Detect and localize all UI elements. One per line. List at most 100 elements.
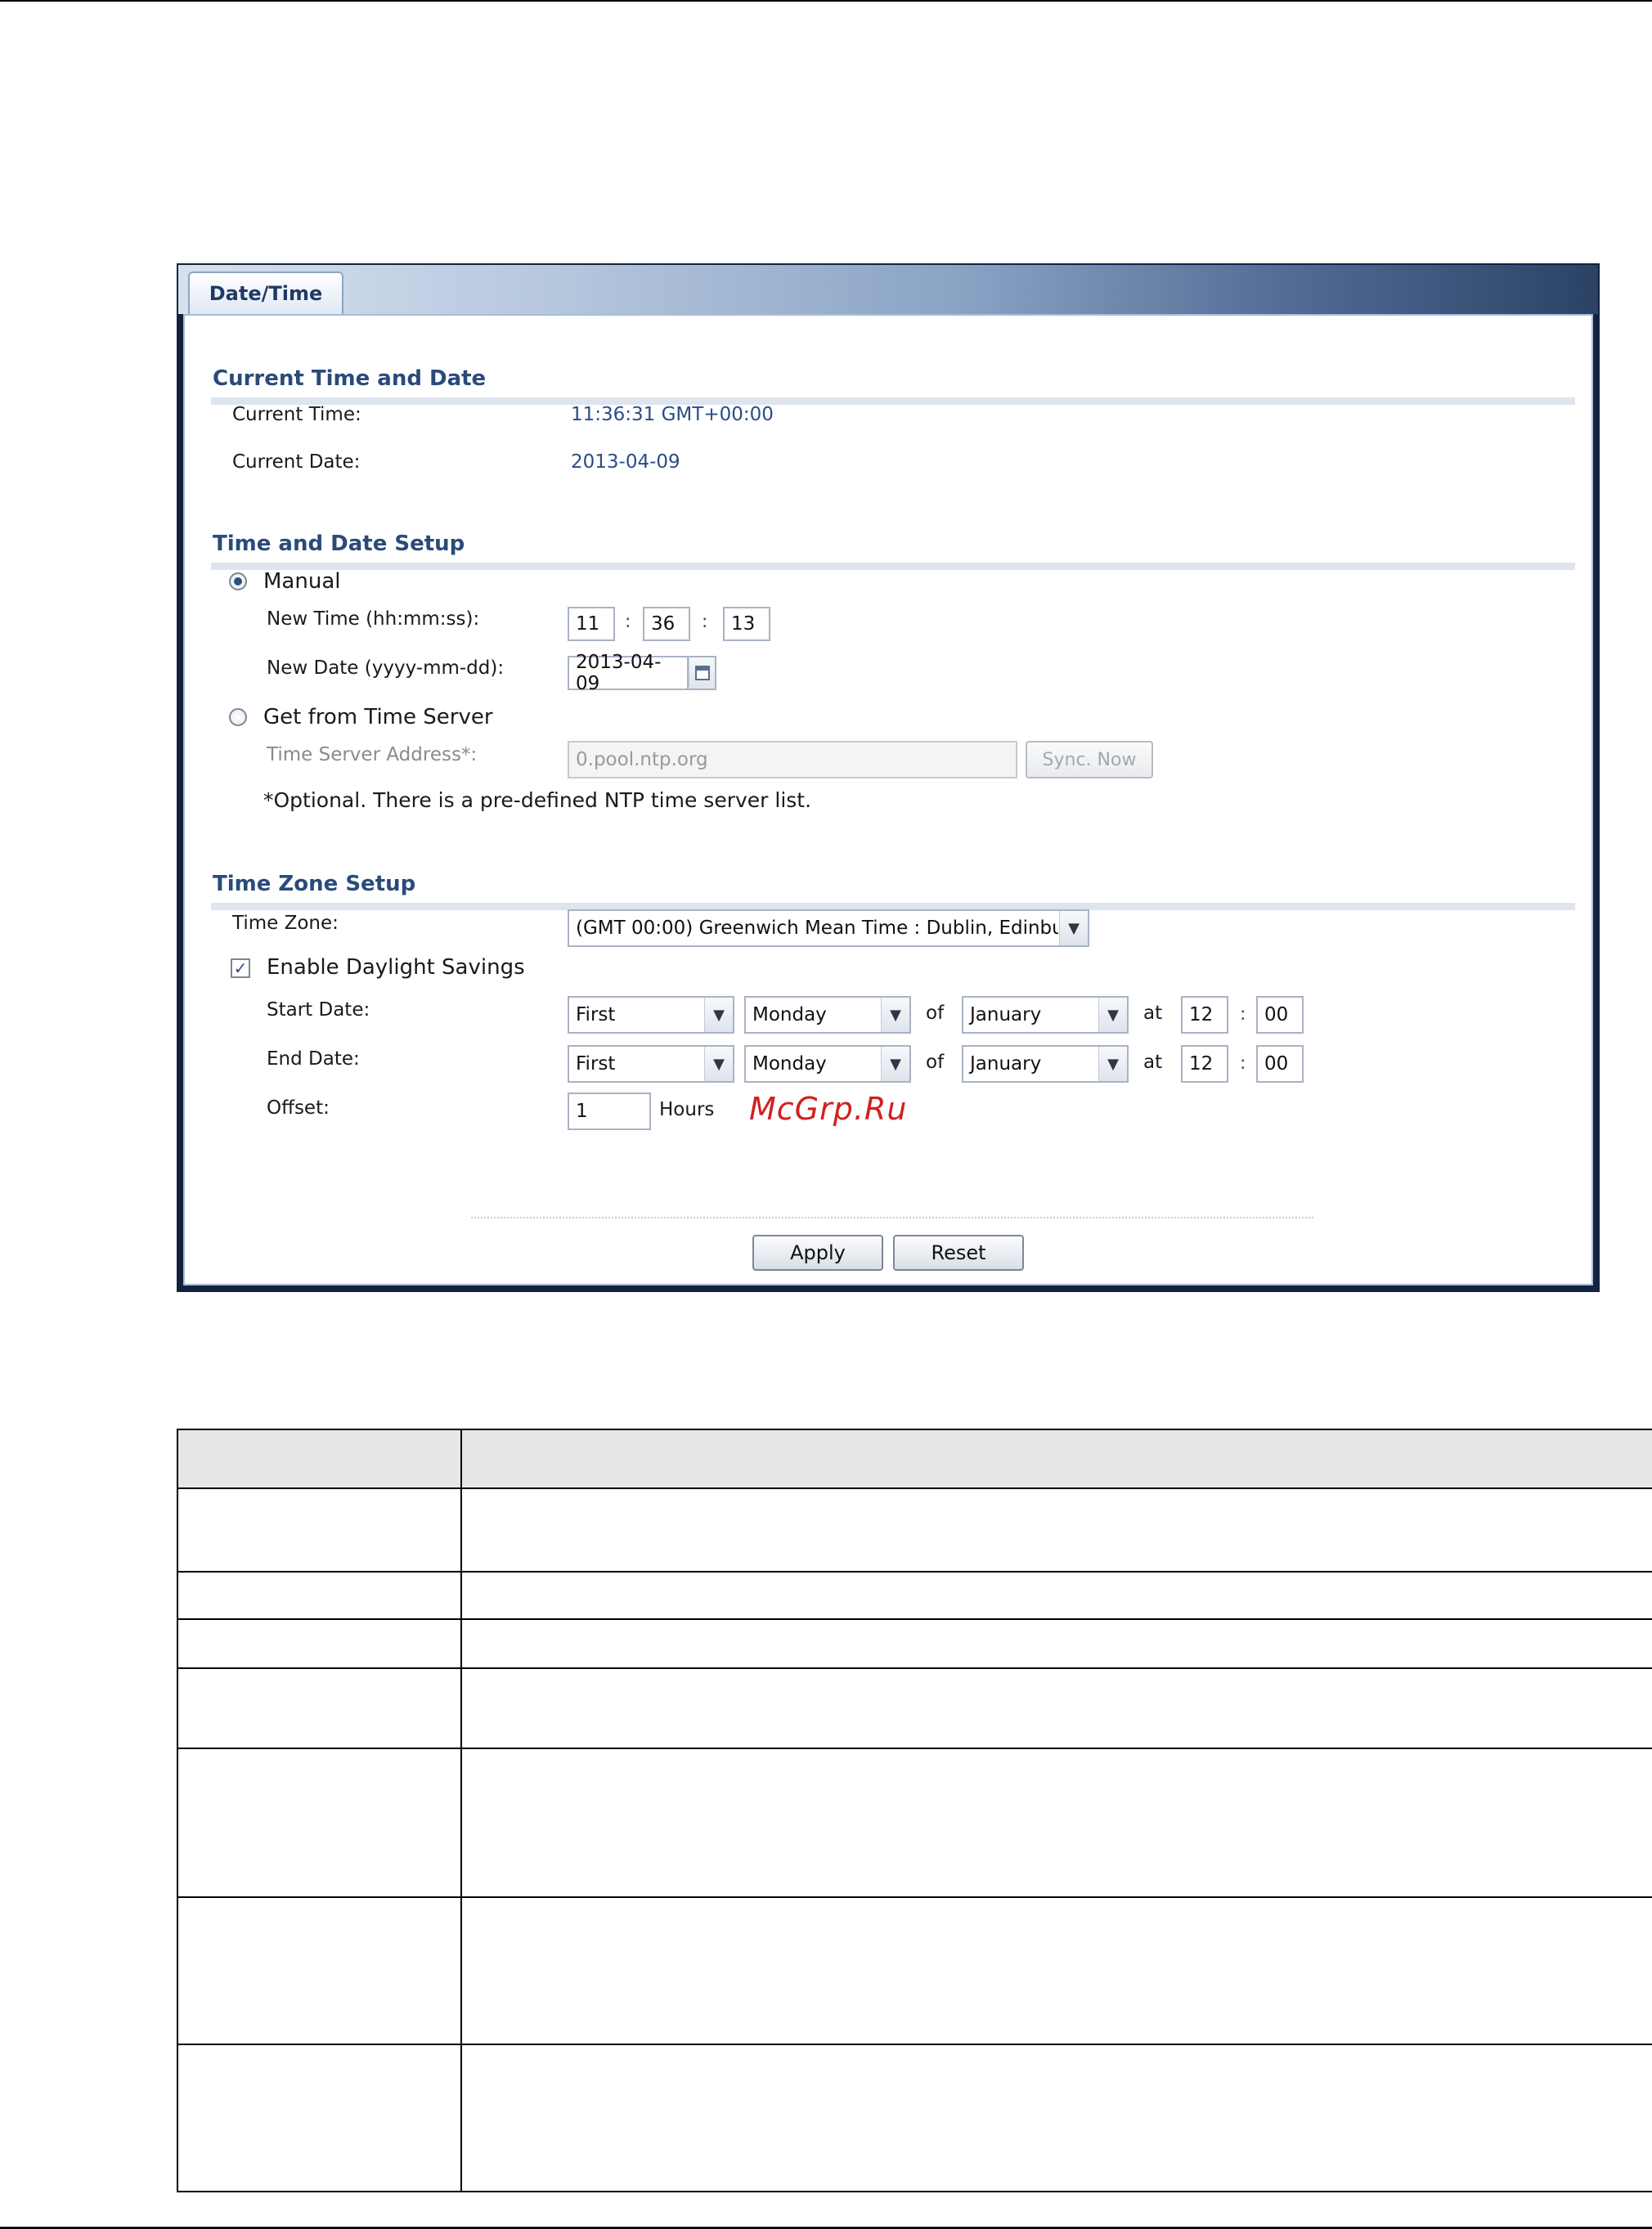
start-month-select[interactable]: January ▼	[962, 996, 1129, 1034]
chevron-down-icon: ▼	[1098, 1047, 1127, 1081]
calendar-icon	[695, 666, 710, 680]
manual-label: Manual	[263, 569, 341, 594]
time-separator: :	[702, 612, 708, 632]
start-week-select[interactable]: First ▼	[568, 996, 734, 1034]
table-cell	[460, 1748, 1652, 1898]
chevron-down-icon: ▼	[704, 998, 733, 1032]
server-address-label: Time Server Address*:	[267, 744, 478, 765]
table-row	[177, 1667, 1652, 1749]
start-day-select[interactable]: Monday ▼	[744, 996, 911, 1034]
offset-input[interactable]: 1	[568, 1093, 651, 1130]
section-divider	[211, 563, 1575, 570]
time-server-radio[interactable]	[229, 708, 247, 726]
current-date-value: 2013-04-09	[571, 451, 680, 473]
chevron-down-icon: ▼	[1098, 998, 1127, 1032]
table-header-cell	[460, 1429, 1652, 1489]
table-cell	[177, 1487, 462, 1573]
start-hour-input[interactable]: 12	[1181, 996, 1228, 1034]
date-time-panel: Current Time and Date Current Time: 11:3…	[183, 314, 1593, 1286]
sync-now-button[interactable]: Sync. Now	[1026, 741, 1153, 778]
ntp-note: *Optional. There is a pre-defined NTP ti…	[263, 788, 812, 812]
end-week-selected: First	[576, 1053, 616, 1075]
current-time-value: 11:36:31 GMT+00:00	[571, 404, 774, 425]
table-header-row	[177, 1429, 1652, 1489]
table-cell	[460, 1896, 1652, 2045]
table-cell	[177, 1896, 462, 2045]
server-address-input[interactable]: 0.pool.ntp.org	[568, 741, 1017, 778]
page-top-rule	[0, 0, 1652, 2]
table-row	[177, 2044, 1652, 2192]
table-cell	[177, 1571, 462, 1620]
section-title-timezone: Time Zone Setup	[213, 872, 416, 896]
footer-divider	[471, 1217, 1313, 1218]
offset-unit: Hours	[659, 1099, 715, 1120]
watermark-text: McGrp.Ru	[749, 1091, 908, 1127]
table-cell	[460, 1618, 1652, 1669]
start-date-label: Start Date:	[267, 999, 370, 1021]
table-row	[177, 1896, 1652, 2045]
tab-date-time[interactable]: Date/Time	[188, 271, 343, 314]
time-zone-selected: (GMT 00:00) Greenwich Mean Time : Dublin…	[576, 918, 1058, 939]
table-row	[177, 1487, 1652, 1573]
table-cell	[177, 2044, 462, 2192]
end-day-select[interactable]: Monday ▼	[744, 1045, 911, 1083]
table-cell	[460, 1571, 1652, 1620]
end-date-label: End Date:	[267, 1048, 360, 1070]
current-time-label: Current Time:	[232, 404, 361, 425]
table-cell	[460, 1667, 1652, 1749]
section-title-setup: Time and Date Setup	[213, 532, 465, 556]
date-time-window: Date/Time Current Time and Date Current …	[177, 263, 1600, 1292]
start-month-selected: January	[970, 1004, 1042, 1025]
table-row	[177, 1571, 1652, 1620]
new-date-input[interactable]: 2013-04-09	[568, 652, 689, 694]
manual-radio[interactable]	[229, 572, 247, 590]
new-time-hour-input[interactable]: 11	[568, 607, 615, 641]
start-day-selected: Monday	[752, 1004, 827, 1025]
daylight-savings-label: Enable Daylight Savings	[267, 955, 525, 980]
table-row	[177, 1748, 1652, 1898]
checkmark-icon: ✓	[233, 958, 248, 978]
start-of-text: of	[926, 1003, 945, 1024]
end-hour-input[interactable]: 12	[1181, 1045, 1228, 1083]
time-separator: :	[1240, 1053, 1246, 1074]
end-month-selected: January	[970, 1053, 1042, 1075]
start-at-text: at	[1143, 1003, 1163, 1024]
current-date-label: Current Date:	[232, 451, 361, 473]
chevron-down-icon: ▼	[881, 998, 909, 1032]
table-cell	[460, 1487, 1652, 1573]
time-zone-label: Time Zone:	[232, 913, 339, 934]
chevron-down-icon: ▼	[881, 1047, 909, 1081]
table-row	[177, 1618, 1652, 1669]
table-cell	[177, 1667, 462, 1749]
new-date-label: New Date (yyyy-mm-dd):	[267, 657, 505, 679]
time-separator: :	[625, 612, 631, 632]
end-week-select[interactable]: First ▼	[568, 1045, 734, 1083]
tab-bar: Date/Time	[178, 265, 1598, 314]
chevron-down-icon: ▼	[704, 1047, 733, 1081]
chevron-down-icon: ▼	[1059, 911, 1088, 945]
new-time-second-input[interactable]: 13	[723, 607, 770, 641]
section-title-current: Current Time and Date	[213, 366, 487, 391]
date-picker-button[interactable]	[689, 656, 716, 690]
new-time-minute-input[interactable]: 36	[643, 607, 690, 641]
table-cell	[177, 1748, 462, 1898]
end-minute-input[interactable]: 00	[1256, 1045, 1304, 1083]
end-at-text: at	[1143, 1052, 1163, 1073]
table-cell	[460, 2044, 1652, 2192]
apply-button[interactable]: Apply	[752, 1235, 883, 1271]
reset-button[interactable]: Reset	[893, 1235, 1024, 1271]
table-header-cell	[177, 1429, 462, 1489]
daylight-savings-checkbox[interactable]: ✓	[231, 958, 250, 978]
time-separator: :	[1240, 1004, 1246, 1025]
end-month-select[interactable]: January ▼	[962, 1045, 1129, 1083]
time-zone-select[interactable]: (GMT 00:00) Greenwich Mean Time : Dublin…	[568, 909, 1089, 947]
offset-label: Offset:	[267, 1097, 330, 1119]
start-week-selected: First	[576, 1004, 616, 1025]
end-day-selected: Monday	[752, 1053, 827, 1075]
table-cell	[177, 1618, 462, 1669]
section-divider	[211, 397, 1575, 405]
description-table	[177, 1429, 1652, 2192]
new-time-label: New Time (hh:mm:ss):	[267, 608, 480, 630]
page-bottom-rule	[0, 2227, 1652, 2229]
start-minute-input[interactable]: 00	[1256, 996, 1304, 1034]
